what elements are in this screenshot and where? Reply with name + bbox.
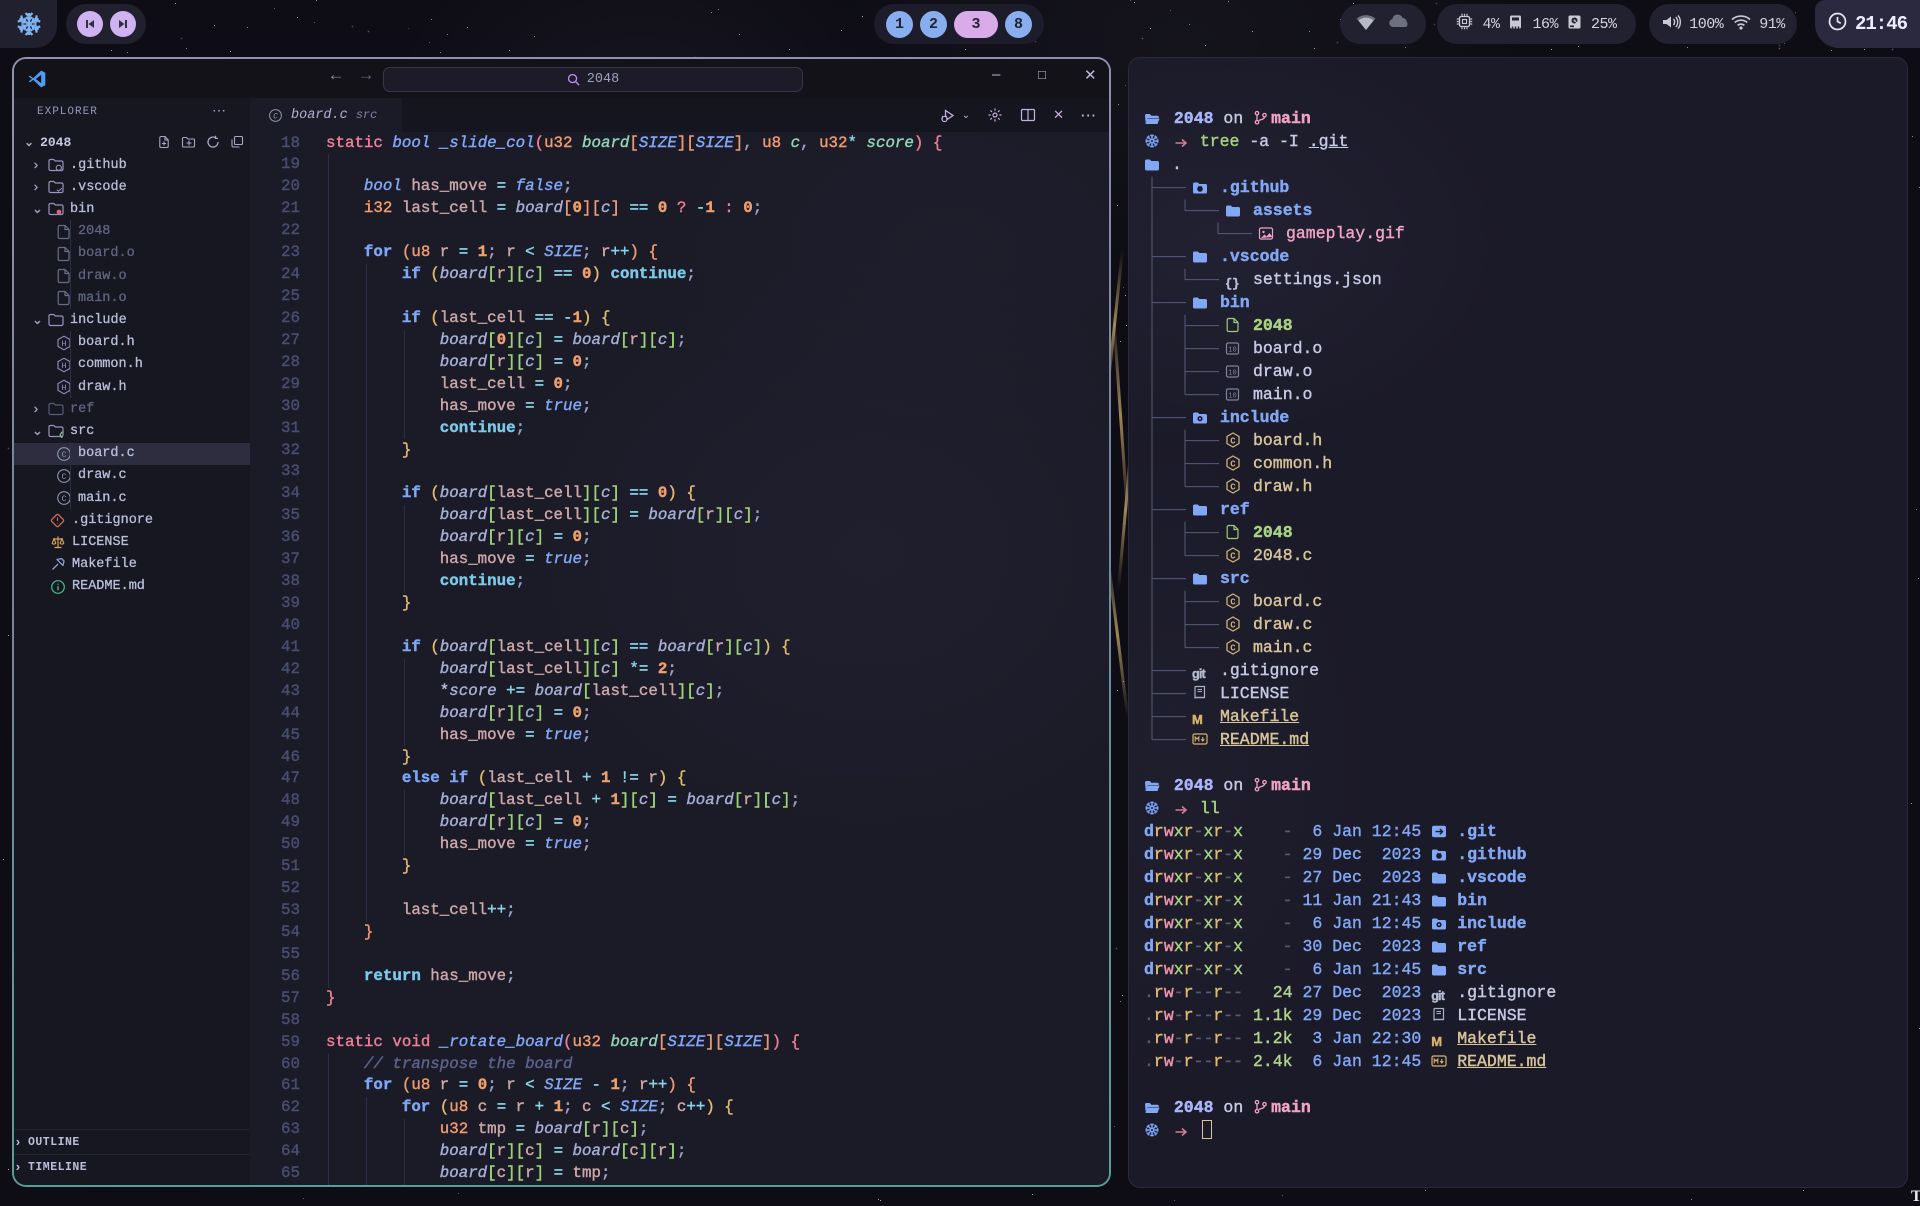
svg-text:C: C — [1230, 551, 1236, 561]
svg-text:C: C — [1230, 620, 1236, 630]
svg-text:10: 10 — [1228, 370, 1236, 378]
svg-text:C: C — [273, 112, 278, 121]
svg-text:H: H — [61, 339, 66, 349]
svg-text:H: H — [61, 361, 66, 371]
svg-text:10: 10 — [1228, 347, 1236, 355]
svg-text:C: C — [1230, 482, 1236, 492]
svg-text:C: C — [61, 472, 66, 482]
svg-text:C: C — [1230, 436, 1236, 446]
svg-text:❮❯: ❮❯ — [59, 431, 65, 439]
svg-text:C: C — [61, 450, 66, 460]
svg-text:H: H — [61, 383, 66, 393]
svg-text:C: C — [1230, 597, 1236, 607]
svg-text:C: C — [1230, 643, 1236, 653]
svg-text:C: C — [1230, 459, 1236, 469]
svg-text:10: 10 — [1228, 393, 1236, 401]
svg-text:C: C — [61, 494, 66, 504]
